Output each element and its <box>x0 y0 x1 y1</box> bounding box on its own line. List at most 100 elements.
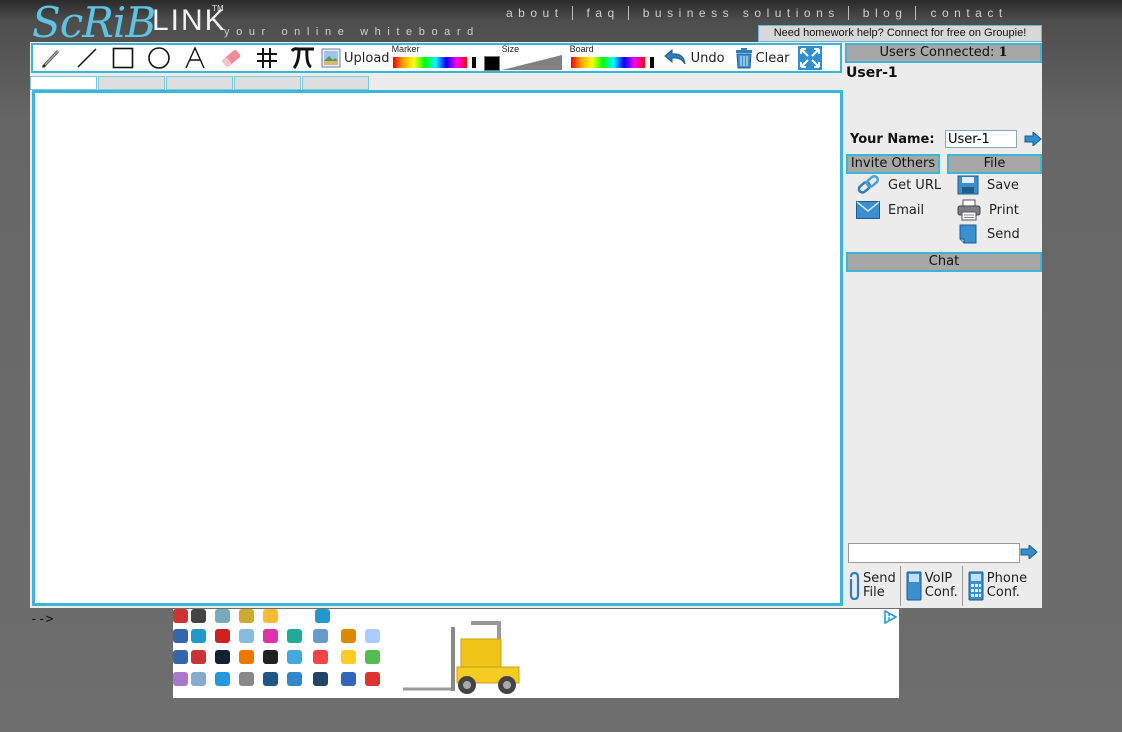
upload-button[interactable]: Upload <box>321 48 390 68</box>
size-label: Size <box>501 44 520 54</box>
ad-app-icon <box>263 629 278 643</box>
rectangle-tool[interactable] <box>105 45 141 71</box>
your-name-row: Your Name: <box>850 130 1042 148</box>
ad-app-icon <box>173 672 188 686</box>
ad-app-icon <box>191 629 206 643</box>
groupie-promo-link[interactable]: Need homework help? Connect for free on … <box>758 25 1042 42</box>
nav-divider <box>915 6 917 20</box>
email-invite-button[interactable]: Email <box>856 201 924 219</box>
ad-app-icon <box>191 650 206 664</box>
clear-button[interactable]: Clear <box>735 47 790 69</box>
print-button[interactable]: Print <box>957 199 1019 221</box>
ad-app-icon <box>365 629 380 643</box>
eraser-tool[interactable] <box>213 45 249 71</box>
board-tab-4[interactable] <box>234 76 301 90</box>
ad-app-icon <box>341 629 356 643</box>
ad-app-icon <box>215 650 230 664</box>
board-tab-3[interactable] <box>166 76 233 90</box>
nav-faq[interactable]: faq <box>587 6 620 20</box>
pencil-tool[interactable] <box>33 45 69 71</box>
your-name-input[interactable] <box>945 130 1017 148</box>
phone-conference-button[interactable]: Phone Conf. <box>967 566 1031 606</box>
drawing-canvas[interactable] <box>32 90 843 606</box>
logo-scrib-text: ScRiB <box>32 0 156 47</box>
math-symbols-tool[interactable] <box>285 45 321 71</box>
marker-grayscale[interactable] <box>467 57 480 68</box>
clear-label: Clear <box>755 50 790 66</box>
ad-app-icon <box>215 629 230 643</box>
ad-app-icon <box>191 609 206 623</box>
communication-tools: Send File VoIP Conf. Phone Conf. <box>847 566 1042 606</box>
grid-tool[interactable] <box>249 45 285 71</box>
ad-app-icon <box>239 672 254 686</box>
file-header: File <box>947 154 1042 174</box>
ad-app-icon <box>313 629 328 643</box>
board-label: Board <box>569 44 594 54</box>
size-slider[interactable]: Size <box>501 44 566 71</box>
line-tool[interactable] <box>69 45 105 71</box>
board-tab-1[interactable] <box>30 76 97 90</box>
board-tab-5[interactable] <box>302 76 369 90</box>
ad-app-icon <box>263 650 278 664</box>
print-label: Print <box>989 202 1019 218</box>
email-label: Email <box>888 202 925 218</box>
marker-color-picker[interactable]: Marker <box>392 44 500 71</box>
size-ramp[interactable] <box>501 55 562 70</box>
drawing-toolbar: Upload Marker Size Board Undo Clear <box>31 43 842 73</box>
ad-app-icon <box>287 629 302 643</box>
ad-app-icon <box>287 672 302 686</box>
phone-conf-text: Phone Conf. <box>987 572 1027 600</box>
ad-app-icon <box>341 672 356 686</box>
marker-current-color <box>483 56 500 71</box>
chain-link-icon <box>857 175 879 194</box>
voip-phone-icon <box>906 571 922 601</box>
fullscreen-button[interactable] <box>797 46 822 70</box>
send-file-button[interactable]: Send File <box>847 566 901 606</box>
text-tool[interactable] <box>177 45 213 71</box>
ad-app-icon <box>365 650 380 664</box>
voip-text: VoIP Conf. <box>925 572 958 600</box>
printer-icon <box>957 199 981 221</box>
send-file-action[interactable]: Send <box>957 224 1020 244</box>
ad-app-icon <box>239 650 254 664</box>
phone-conf-line2: Conf. <box>986 585 1020 600</box>
rectangle-icon <box>112 47 134 69</box>
ad-app-icon <box>341 650 356 664</box>
sidebar: Users Connected: 1 User-1 Your Name: Inv… <box>845 42 1042 608</box>
voip-conference-button[interactable]: VoIP Conf. <box>905 566 963 606</box>
circle-tool[interactable] <box>141 45 177 71</box>
logo-tm: TM <box>212 4 224 13</box>
ad-app-icon <box>173 650 188 664</box>
invite-others-header: Invite Others <box>846 154 940 174</box>
your-name-label: Your Name: <box>850 131 935 147</box>
submit-arrow-icon[interactable] <box>1024 132 1042 146</box>
chat-send-arrow-icon[interactable] <box>1020 545 1038 559</box>
voip-line2: Conf. <box>924 585 958 600</box>
nav-about[interactable]: about <box>506 6 564 20</box>
nav-divider <box>627 6 629 20</box>
ad-choices-icon[interactable] <box>883 610 897 624</box>
ad-app-icon <box>239 629 254 643</box>
ad-app-icon <box>173 609 188 623</box>
board-color-picker[interactable]: Board <box>569 44 662 71</box>
board-tab-2[interactable] <box>98 76 165 90</box>
ad-app-icon <box>215 609 230 623</box>
chat-messages <box>845 272 1042 538</box>
advertisement-banner[interactable] <box>173 609 899 698</box>
ad-app-icon <box>365 672 380 686</box>
chat-message-input[interactable] <box>848 543 1020 563</box>
voip-line1: VoIP <box>924 571 953 586</box>
nav-business-solutions[interactable]: business solutions <box>643 6 840 20</box>
ad-app-icon <box>215 672 230 686</box>
ad-app-icons <box>173 609 385 698</box>
board-spectrum[interactable] <box>570 57 645 68</box>
get-url-button[interactable]: Get URL <box>856 174 941 196</box>
marker-spectrum[interactable] <box>392 57 467 68</box>
ad-app-icon <box>313 672 328 686</box>
nav-blog[interactable]: blog <box>863 6 908 20</box>
nav-contact[interactable]: contact <box>930 6 1007 20</box>
board-grayscale[interactable] <box>645 57 658 68</box>
save-button[interactable]: Save <box>957 175 1019 195</box>
envelope-icon <box>856 201 880 219</box>
undo-button[interactable]: Undo <box>663 48 725 68</box>
